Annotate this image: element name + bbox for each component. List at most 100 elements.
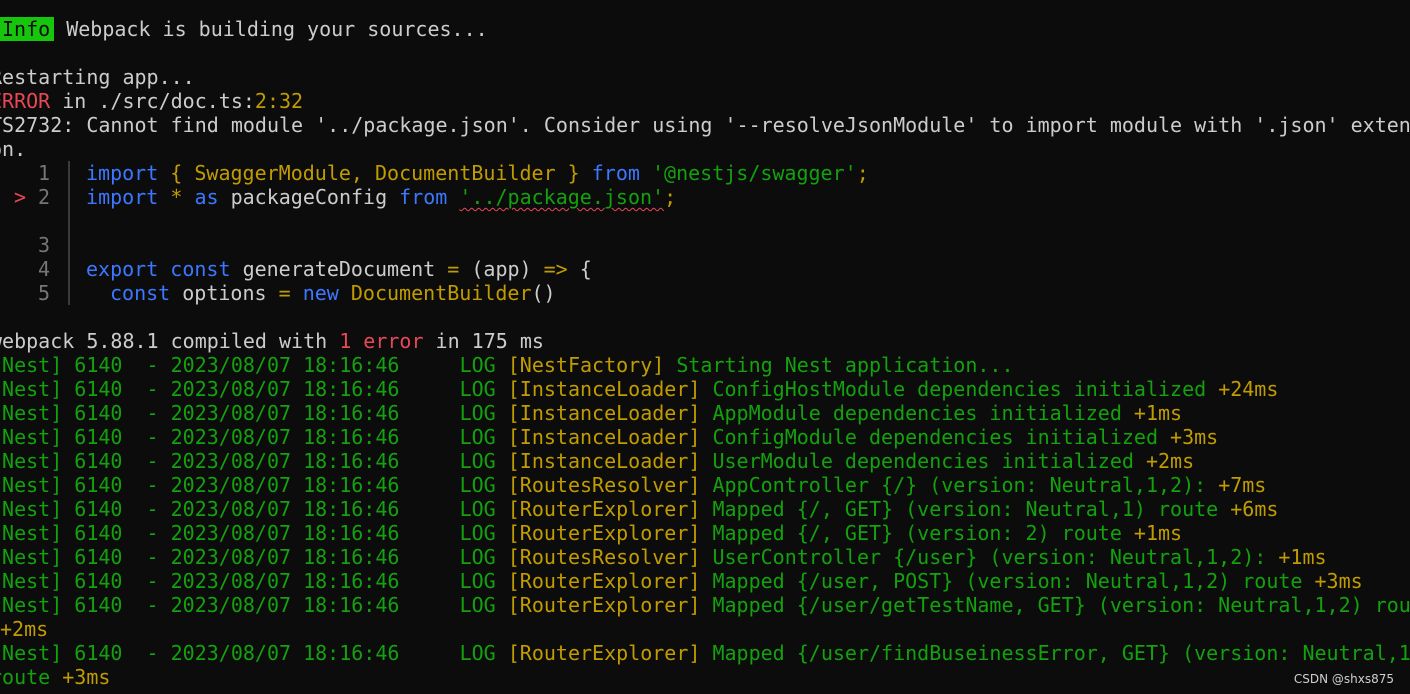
log-message: route [0,665,51,689]
code-line-4: 4 export const generateDocument = (app) =… [0,257,592,281]
log-message: UserController {/user} (version: Neutral… [700,545,1279,569]
error-line: ERROR in ./src/doc.ts:2:32 [0,89,303,113]
error-count: 1 [339,329,352,353]
log-context: [InstanceLoader] [507,425,701,449]
log-line: [Nest] 6140 - 2023/08/07 18:16:46 LOG [R… [0,593,1410,617]
log-message: Mapped {/user/findBuseinessError, GET} (… [700,641,1410,665]
log-line: [Nest] 6140 - 2023/08/07 18:16:46 LOG [I… [0,425,1218,449]
log-context: [RouterExplorer] [507,593,701,617]
keyword-import: import [86,185,159,209]
error-label: ERROR [0,89,51,113]
compiled-prefix: webpack 5.88.1 compiled with [0,329,340,353]
log-message: Mapped {/user/getTestName, GET} (version… [700,593,1410,617]
log-line: [Nest] 6140 - 2023/08/07 18:16:46 LOG [R… [0,641,1410,665]
log-message: ConfigModule dependencies initialized [700,425,1171,449]
code-line-2: >2 import * as packageConfig from '../pac… [0,185,676,209]
log-prefix: [Nest] 6140 - 2023/08/07 18:16:46 LOG [0,641,508,665]
log-prefix: [Nest] 6140 - 2023/08/07 18:16:46 LOG [0,569,508,593]
module-string-error: '../package.json' [459,185,665,209]
watermark: CSDN @shxs875 [1293,672,1394,686]
function-name: generateDocument [242,257,436,281]
log-context: [RoutesResolver] [507,545,701,569]
log-context: [RouterExplorer] [507,569,701,593]
log-context: [RouterExplorer] [507,497,701,521]
log-message: UserModule dependencies initialized [700,449,1146,473]
log-line: [Nest] 6140 - 2023/08/07 18:16:46 LOG [R… [0,545,1327,569]
class-name: DocumentBuilder [350,281,532,305]
error-location: 2:32 [254,89,304,113]
log-line: [Nest] 6140 - 2023/08/07 18:16:46 LOG [R… [0,497,1278,521]
error-word: error [363,329,424,353]
keyword-new: new [302,281,339,305]
log-line: [Nest] 6140 - 2023/08/07 18:16:46 LOG [R… [0,473,1266,497]
line-number: 2 [38,185,51,209]
parens: () [531,281,556,305]
keyword-from: from [399,185,448,209]
ts-error-message-wrap: on. [0,137,27,161]
log-wrap-line: route +3ms [0,665,110,689]
info-badge: Info [0,17,55,41]
arrow-operator: => [543,257,568,281]
log-context: [RoutesResolver] [507,473,701,497]
log-prefix: [Nest] 6140 - 2023/08/07 18:16:46 LOG [0,449,508,473]
log-context: [NestFactory] [507,353,665,377]
log-prefix: [Nest] 6140 - 2023/08/07 18:16:46 LOG [0,425,508,449]
semicolon: ; [664,185,677,209]
code-line-1: 1 import { SwaggerModule, DocumentBuilder… [0,161,869,185]
operator: = [447,257,460,281]
log-prefix: [Nest] 6140 - 2023/08/07 18:16:46 LOG [0,521,508,545]
log-prefix: [Nest] 6140 - 2023/08/07 18:16:46 LOG [0,401,508,425]
log-time: +3ms [1314,569,1363,593]
log-message: Starting Nest application... [664,353,1014,377]
keyword-import: import [86,161,159,185]
log-time: +3ms [1170,425,1219,449]
restarting-line: Restarting app... [0,65,195,89]
log-line: [Nest] 6140 - 2023/08/07 18:16:46 LOG [I… [0,377,1278,401]
log-time: +1ms [1133,521,1183,545]
import-names: SwaggerModule, DocumentBuilder [194,161,556,185]
brace: { [579,257,592,281]
log-time: +7ms [1218,473,1267,497]
log-time: +2ms [0,617,49,641]
compiled-line: webpack 5.88.1 compiled with 1 error in … [0,329,544,353]
log-message: Mapped {/, GET} (version: Neutral,1) rou… [700,497,1231,521]
arrow-args: (app) [471,257,532,281]
log-time: +2ms [1145,449,1195,473]
log-line: [Nest] 6140 - 2023/08/07 18:16:46 LOG [R… [0,521,1182,545]
line-number: 1 [37,161,50,185]
line-number: 4 [37,257,50,281]
log-context: [RouterExplorer] [507,521,701,545]
log-time: +1ms [1278,545,1327,569]
module-string: '@nestjs/swagger' [651,161,857,185]
info-line: Info Webpack is building your sources... [0,17,488,41]
operator: = [278,281,291,305]
compiled-suffix: in 175 ms [423,329,544,353]
log-message: AppController {/} (version: Neutral,1,2)… [700,473,1219,497]
log-time: +3ms [62,665,111,689]
keyword-export: export [86,257,159,281]
log-prefix: [Nest] 6140 - 2023/08/07 18:16:46 LOG [0,377,508,401]
log-message: AppModule dependencies initialized [700,401,1134,425]
keyword-const: const [110,281,171,305]
brace: { [170,161,183,185]
log-line: [Nest] 6140 - 2023/08/07 18:16:46 LOG [I… [0,401,1182,425]
log-time: +24ms [1218,377,1279,401]
log-prefix: [Nest] 6140 - 2023/08/07 18:16:46 LOG [0,353,508,377]
line-number: 5 [37,281,50,305]
terminal-window[interactable]: Info Webpack is building your sources...… [0,0,1410,694]
keyword-as: as [194,185,219,209]
log-prefix: [Nest] 6140 - 2023/08/07 18:16:46 LOG [0,545,508,569]
log-line: [Nest] 6140 - 2023/08/07 18:16:46 LOG [N… [0,353,1014,377]
log-message: ConfigHostModule dependencies initialize… [700,377,1219,401]
keyword-const: const [170,257,231,281]
code-line-5: 5 const options = new DocumentBuilder() [0,281,556,305]
code-line-3: 3 [0,233,50,257]
info-message: Webpack is building your sources... [66,17,488,41]
error-in-text: in ./src/doc.ts: [62,89,255,113]
log-context: [InstanceLoader] [507,401,701,425]
error-marker-icon: > [14,185,27,209]
log-context: [RouterExplorer] [507,641,701,665]
log-line: [Nest] 6140 - 2023/08/07 18:16:46 LOG [R… [0,569,1363,593]
log-prefix: [Nest] 6140 - 2023/08/07 18:16:46 LOG [0,593,508,617]
log-time: +6ms [1230,497,1279,521]
